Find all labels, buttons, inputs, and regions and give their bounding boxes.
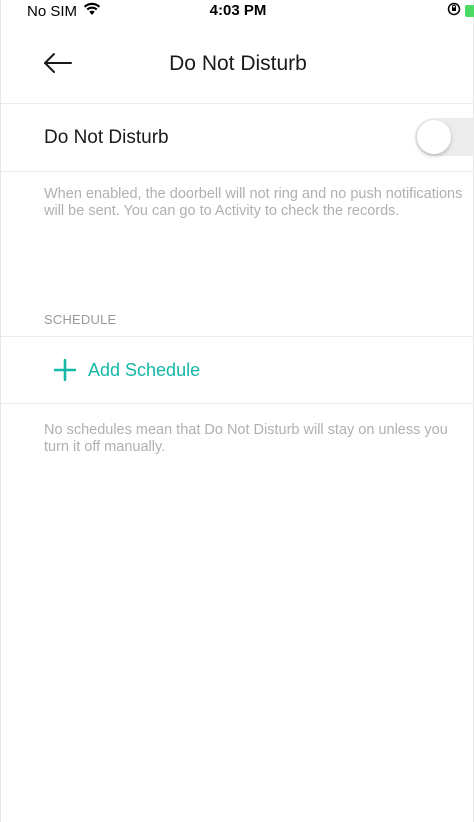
status-time: 4:03 PM — [209, 2, 267, 19]
plus-icon — [53, 358, 77, 382]
add-schedule-button[interactable]: Add Schedule — [1, 336, 474, 404]
app-screen: No SIM 4:03 PM Do Not Disturb Do Not Dis… — [0, 0, 474, 822]
dnd-label: Do Not Disturb — [44, 127, 169, 148]
nav-header: Do Not Disturb — [1, 22, 474, 104]
status-right — [447, 2, 474, 20]
dnd-description: When enabled, the doorbell will not ring… — [44, 186, 463, 219]
status-bar: No SIM 4:03 PM — [1, 0, 474, 22]
battery-icon — [465, 5, 474, 17]
schedule-note: No schedules mean that Do Not Disturb wi… — [44, 422, 448, 455]
add-schedule-label: Add Schedule — [88, 360, 201, 380]
page-title: Do Not Disturb — [169, 52, 307, 75]
orientation-lock-icon — [447, 2, 461, 20]
schedule-section-title: SCHEDULE — [44, 312, 117, 327]
dnd-setting-row: Do Not Disturb — [1, 104, 474, 172]
toggle-knob — [417, 120, 451, 154]
dnd-toggle[interactable] — [415, 118, 474, 156]
